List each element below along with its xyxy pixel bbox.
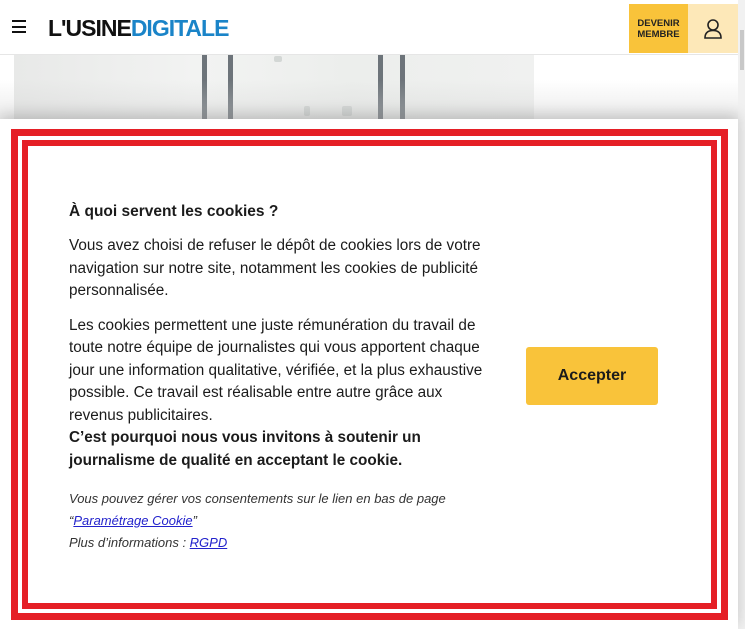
member-label-line1: DEVENIR: [637, 17, 680, 29]
become-member-button[interactable]: DEVENIR MEMBRE: [629, 4, 688, 53]
account-button[interactable]: [688, 4, 738, 53]
site-logo[interactable]: L'USINEDIGITALE: [48, 15, 230, 41]
site-header: L'USINEDIGITALE DEVENIR MEMBRE: [0, 0, 738, 55]
logo-text-part1: L'USINE: [48, 15, 132, 41]
more-info-line: Plus d’informations : RGPD: [69, 532, 484, 554]
logo-text-part2: DIGITALE: [130, 15, 230, 41]
quote-close: ”: [192, 513, 197, 528]
scrollbar-thumb[interactable]: [740, 30, 744, 70]
user-icon: [704, 18, 722, 39]
image-detail: [274, 56, 282, 62]
cookie-message: À quoi servent les cookies ? Vous avez c…: [69, 201, 484, 554]
support-paragraph: C’est pourquoi nous vous invitons à sout…: [69, 429, 421, 469]
cookie-consent-modal: À quoi servent les cookies ? Vous avez c…: [0, 119, 738, 629]
more-info-text: Plus d’informations :: [69, 535, 190, 550]
modal-title: À quoi servent les cookies ?: [69, 203, 279, 220]
scrollbar-track[interactable]: [738, 0, 745, 629]
explanation-paragraph: Les cookies permettent une juste rémunér…: [69, 316, 483, 424]
manage-consent-text: Vous pouvez gérer vos consentements sur …: [69, 491, 446, 506]
hamburger-menu-icon[interactable]: [12, 20, 26, 33]
member-label-line2: MEMBRE: [637, 28, 680, 40]
cookie-settings-link[interactable]: Paramétrage Cookie: [73, 513, 192, 528]
accept-cookies-button[interactable]: Accepter: [526, 347, 658, 405]
rgpd-link[interactable]: RGPD: [190, 535, 228, 550]
settings-link-line: “Paramétrage Cookie”: [69, 510, 484, 532]
refusal-paragraph: Vous avez choisi de refuser le dépôt de …: [69, 237, 481, 299]
manage-consent-note: Vous pouvez gérer vos consentements sur …: [69, 488, 484, 554]
